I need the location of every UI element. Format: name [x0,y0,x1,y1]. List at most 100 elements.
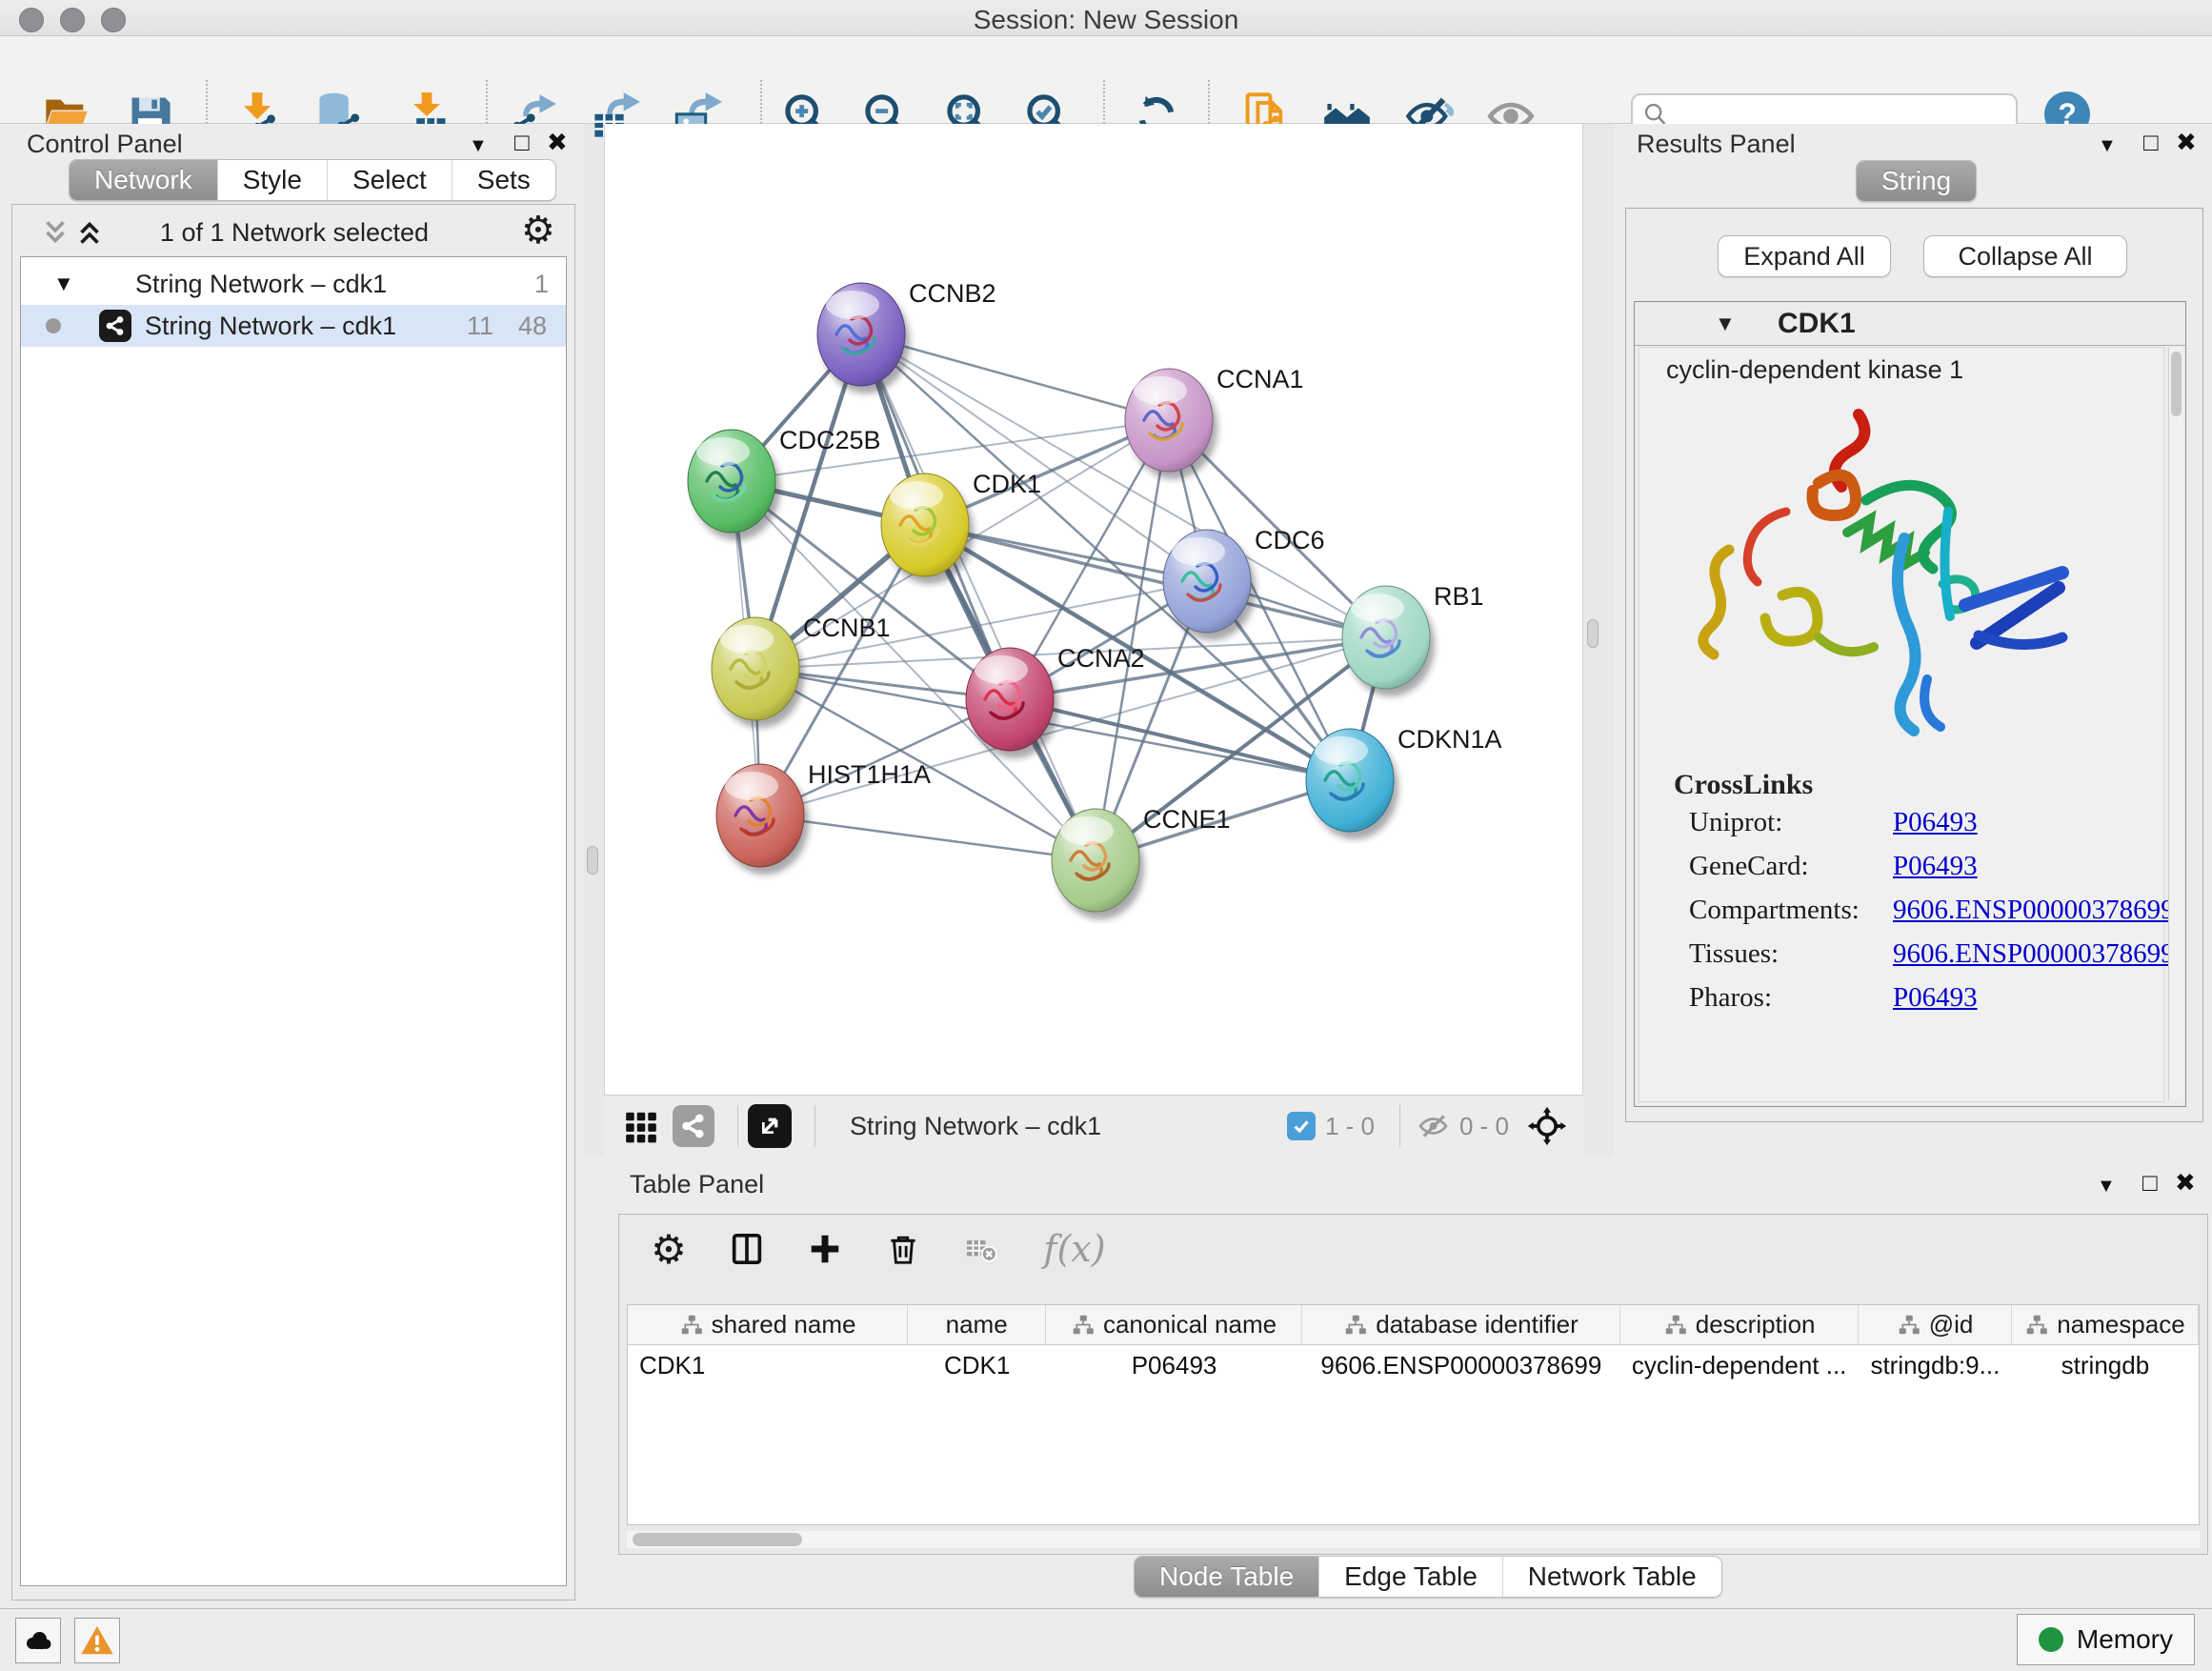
node-CCNA1[interactable]: CCNA1 [1125,365,1304,479]
tab-string[interactable]: String [1857,161,1976,201]
crosslink-row: Compartments:9606.ENSP00000378699 [1639,895,2163,938]
network-row-selected[interactable]: String Network – cdk1 11 48 [21,305,566,347]
function-builder-icon: f(x) [1038,1228,1111,1270]
node-label-CCNE1: CCNE1 [1143,805,1231,834]
column-header-namespace[interactable]: namespace [2012,1305,2199,1344]
float-panel-icon[interactable]: □ [514,130,530,154]
node-label-CDC25B: CDC25B [779,426,881,454]
crosslink-link[interactable]: P06493 [1893,982,1978,1014]
tab-style[interactable]: Style [217,160,327,200]
results-panel-title: Results Panel [1637,130,1796,159]
tab-network-table[interactable]: Network Table [1502,1557,1721,1597]
column-mapping-icon [2027,1315,2047,1334]
tab-select[interactable]: Select [327,160,452,200]
add-column-icon[interactable] [804,1228,846,1270]
gene-collapse-icon[interactable]: ▼ [1715,312,1736,336]
show-columns-icon[interactable] [726,1228,768,1270]
close-panel-icon[interactable]: ✖ [2176,130,2197,154]
float-panel-icon[interactable]: □ [2143,130,2159,154]
table-cell[interactable]: stringdb [2012,1345,2199,1385]
collapse-all-button[interactable]: Collapse All [1923,235,2127,277]
table-cell[interactable]: 9606.ENSP00000378699 [1302,1345,1620,1385]
results-panel-tabs: String [1856,160,1977,202]
collection-collapse-icon[interactable]: ▼ [53,272,74,296]
column-header-label: canonical name [1103,1310,1277,1339]
float-panel-icon[interactable]: □ [2142,1170,2158,1195]
column-header-description[interactable]: description [1620,1305,1859,1344]
table-hscrollbar[interactable] [627,1531,2200,1548]
crosslink-row: GeneCard: P06493 [1639,851,2163,895]
tab-node-table[interactable]: Node Table [1135,1557,1318,1597]
selected-checkbox-icon[interactable] [1287,1112,1316,1140]
column-header-name[interactable]: name [908,1305,1046,1344]
diagonal-arrow-icon [754,1111,785,1141]
warnings-button[interactable] [74,1618,120,1663]
panel-menu-icon[interactable]: ▼ [2098,133,2117,158]
panel-menu-icon[interactable]: ▼ [469,133,488,158]
birds-eye-view-button[interactable] [748,1104,792,1148]
expand-all-button[interactable]: Expand All [1718,235,1891,277]
column-header-database-identifier[interactable]: database identifier [1302,1305,1620,1344]
crosslink-link[interactable]: 9606.ENSP00000378699 [1893,938,2175,970]
table-row[interactable]: CDK1CDK1P064939606.ENSP00000378699cyclin… [628,1345,2199,1385]
node-label-CDKN1A: CDKN1A [1398,725,1502,754]
edge-HIST1H1A-CCNE1[interactable] [760,815,1096,860]
reposition-crosshair-icon[interactable] [1526,1105,1568,1147]
close-panel-icon[interactable]: ✖ [2175,1170,2196,1195]
right-splitter-handle[interactable] [1587,619,1599,648]
node-CCNE1[interactable]: CCNE1 [1052,805,1231,919]
table-cell[interactable]: cyclin-dependent ... [1620,1345,1859,1385]
node-CDK1[interactable]: CDK1 [881,470,1041,584]
network-view-toolbar: String Network – cdk1 1 - 0 0 - 0 [604,1095,1583,1157]
node-CDC6[interactable]: CDC6 [1163,526,1325,640]
gear-icon[interactable]: ⚙ [521,209,555,252]
crosslink-link[interactable]: 9606.ENSP00000378699 [1893,895,2175,926]
memory-label: Memory [2077,1624,2173,1655]
control-panel: Control Panel ▼ □ ✖ Network Style Select… [0,124,584,1608]
cloud-status-button[interactable] [15,1618,61,1663]
show-grid-button[interactable] [623,1108,659,1144]
gene-header-row[interactable]: ▼ CDK1 [1635,302,2185,346]
node-label-CCNA2: CCNA2 [1057,644,1145,673]
results-panel: Results Panel ▼ □ ✖ String Expand All Co… [1614,124,2212,1157]
crosslink-label: Pharos: [1689,982,1772,1014]
table-cell[interactable]: P06493 [1046,1345,1302,1385]
column-header--id[interactable]: @id [1859,1305,2012,1344]
network-graph: CCNB2CCNA1CDC25BCDK1CDC6RB1CCNB1CCNA2CDK… [605,124,1584,1095]
table-cell[interactable]: CDK1 [908,1345,1046,1385]
column-header-canonical-name[interactable]: canonical name [1046,1305,1302,1344]
crosslink-link[interactable]: P06493 [1893,851,1978,882]
crosslink-label: GeneCard: [1689,851,1809,882]
column-header-shared-name[interactable]: shared name [628,1305,908,1344]
node-HIST1H1A[interactable]: HIST1H1A [716,760,931,875]
left-splitter-handle[interactable] [587,846,598,875]
gear-icon[interactable]: ⚙ [648,1228,690,1270]
network-selection-status: 1 of 1 Network selected [12,218,576,248]
memory-button[interactable]: Memory [2017,1614,2195,1665]
string-view-button[interactable] [673,1105,714,1147]
results-scrollbar-thumb[interactable] [2171,352,2182,416]
string-results-box: Expand All Collapse All ▼ CDK1 cyclin-de… [1625,208,2203,1122]
hidden-eye-slash-icon [1418,1109,1452,1143]
close-panel-icon[interactable]: ✖ [547,130,568,154]
node-CDKN1A[interactable]: CDKN1A [1306,725,1502,839]
node-label-CCNA1: CCNA1 [1217,365,1304,393]
node-CCNA2[interactable]: CCNA2 [966,644,1145,758]
control-panel-title: Control Panel [27,130,183,159]
tab-network[interactable]: Network [70,160,217,200]
node-RB1[interactable]: RB1 [1342,582,1484,696]
tab-edge-table[interactable]: Edge Table [1318,1557,1502,1597]
network-collection-row[interactable]: ▼ String Network – cdk1 1 [21,263,566,305]
delete-column-icon[interactable] [882,1228,924,1270]
node-table[interactable]: shared namename canonical name database id… [627,1304,2200,1525]
panel-menu-icon[interactable]: ▼ [2097,1174,2116,1198]
crosslink-link[interactable]: P06493 [1893,807,1978,838]
control-panel-tabs: Network Style Select Sets [69,159,556,201]
table-cell[interactable]: CDK1 [628,1345,908,1385]
table-hscrollbar-thumb[interactable] [633,1533,802,1546]
network-canvas[interactable]: CCNB2CCNA1CDC25BCDK1CDC6RB1CCNB1CCNA2CDK… [604,124,1583,1095]
results-scrollbar[interactable] [2168,348,2183,1100]
tab-sets[interactable]: Sets [452,160,555,200]
application-window: Session: New Session [0,0,2212,1671]
table-cell[interactable]: stringdb:9... [1859,1345,2012,1385]
